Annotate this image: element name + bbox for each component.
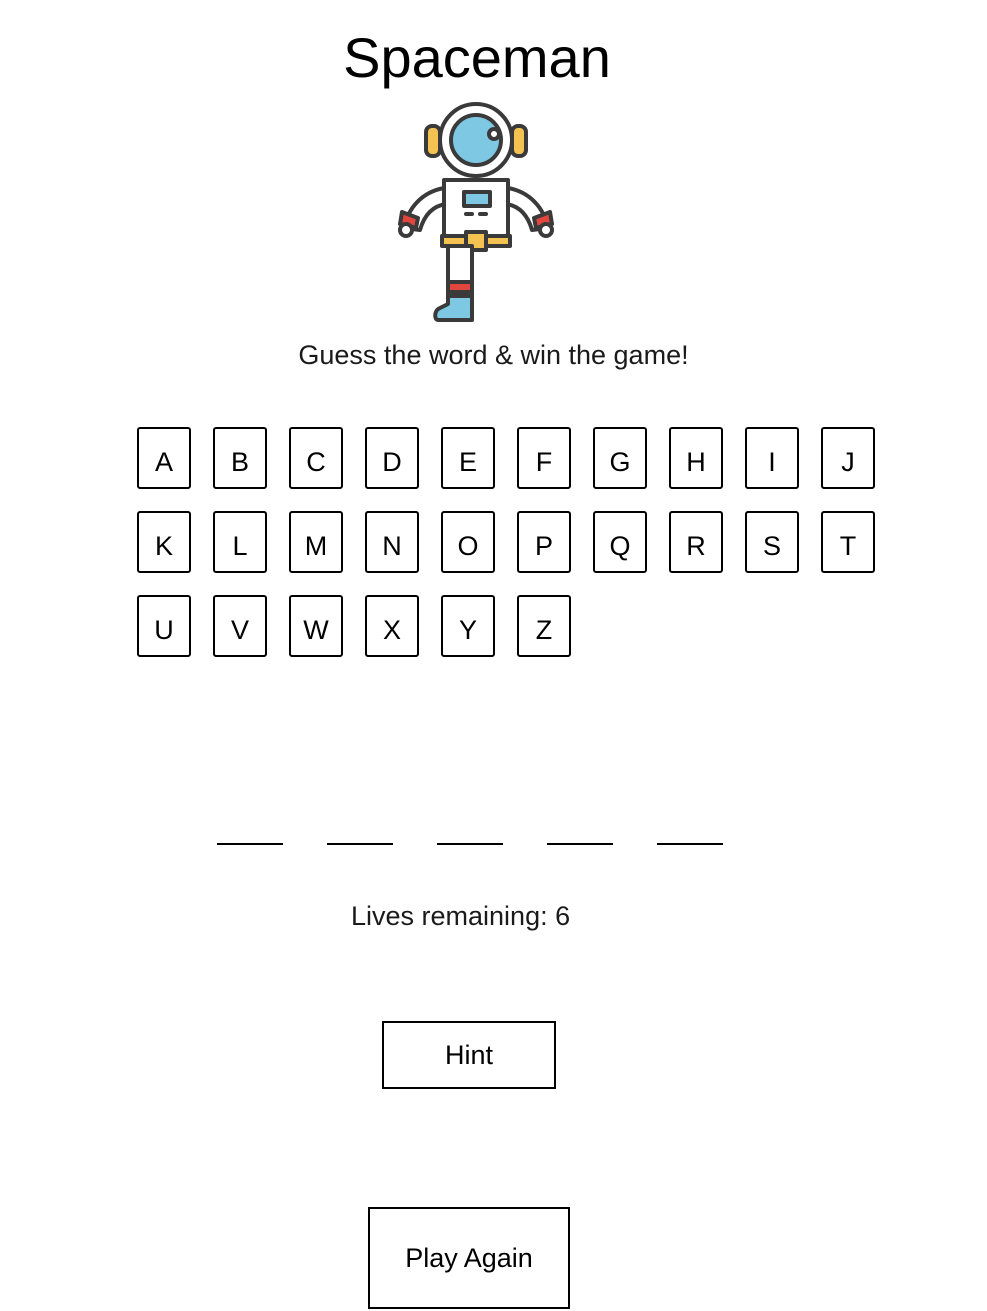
letter-key-c[interactable]: C xyxy=(289,427,343,489)
letter-key-w[interactable]: W xyxy=(289,595,343,657)
hint-button[interactable]: Hint xyxy=(382,1021,556,1089)
lives-remaining: Lives remaining: 6 xyxy=(351,901,571,931)
page-title: Spaceman xyxy=(343,26,611,89)
letter-key-s[interactable]: S xyxy=(745,511,799,573)
letter-key-h[interactable]: H xyxy=(669,427,723,489)
letter-key-t[interactable]: T xyxy=(821,511,875,573)
letter-key-e[interactable]: E xyxy=(441,427,495,489)
tagline: Guess the word & win the game! xyxy=(298,340,689,370)
letter-key-n[interactable]: N xyxy=(365,511,419,573)
letter-blank xyxy=(327,843,393,845)
letter-key-a[interactable]: A xyxy=(137,427,191,489)
play-again-button[interactable]: Play Again xyxy=(368,1207,570,1309)
letter-key-o[interactable]: O xyxy=(441,511,495,573)
letter-key-b[interactable]: B xyxy=(213,427,267,489)
letter-key-f[interactable]: F xyxy=(517,427,571,489)
letter-key-p[interactable]: P xyxy=(517,511,571,573)
letter-key-q[interactable]: Q xyxy=(593,511,647,573)
letter-key-r[interactable]: R xyxy=(669,511,723,573)
letter-blank xyxy=(437,843,503,845)
letter-key-l[interactable]: L xyxy=(213,511,267,573)
astronaut-icon xyxy=(398,102,554,322)
letter-key-z[interactable]: Z xyxy=(517,595,571,657)
letter-key-x[interactable]: X xyxy=(365,595,419,657)
letter-key-j[interactable]: J xyxy=(821,427,875,489)
letter-key-d[interactable]: D xyxy=(365,427,419,489)
letter-key-i[interactable]: I xyxy=(745,427,799,489)
letter-key-m[interactable]: M xyxy=(289,511,343,573)
letter-key-y[interactable]: Y xyxy=(441,595,495,657)
letter-key-g[interactable]: G xyxy=(593,427,647,489)
letter-blank xyxy=(657,843,723,845)
letter-blank xyxy=(217,843,283,845)
letter-key-v[interactable]: V xyxy=(213,595,267,657)
letter-blank xyxy=(547,843,613,845)
letter-key-k[interactable]: K xyxy=(137,511,191,573)
letter-key-u[interactable]: U xyxy=(137,595,191,657)
